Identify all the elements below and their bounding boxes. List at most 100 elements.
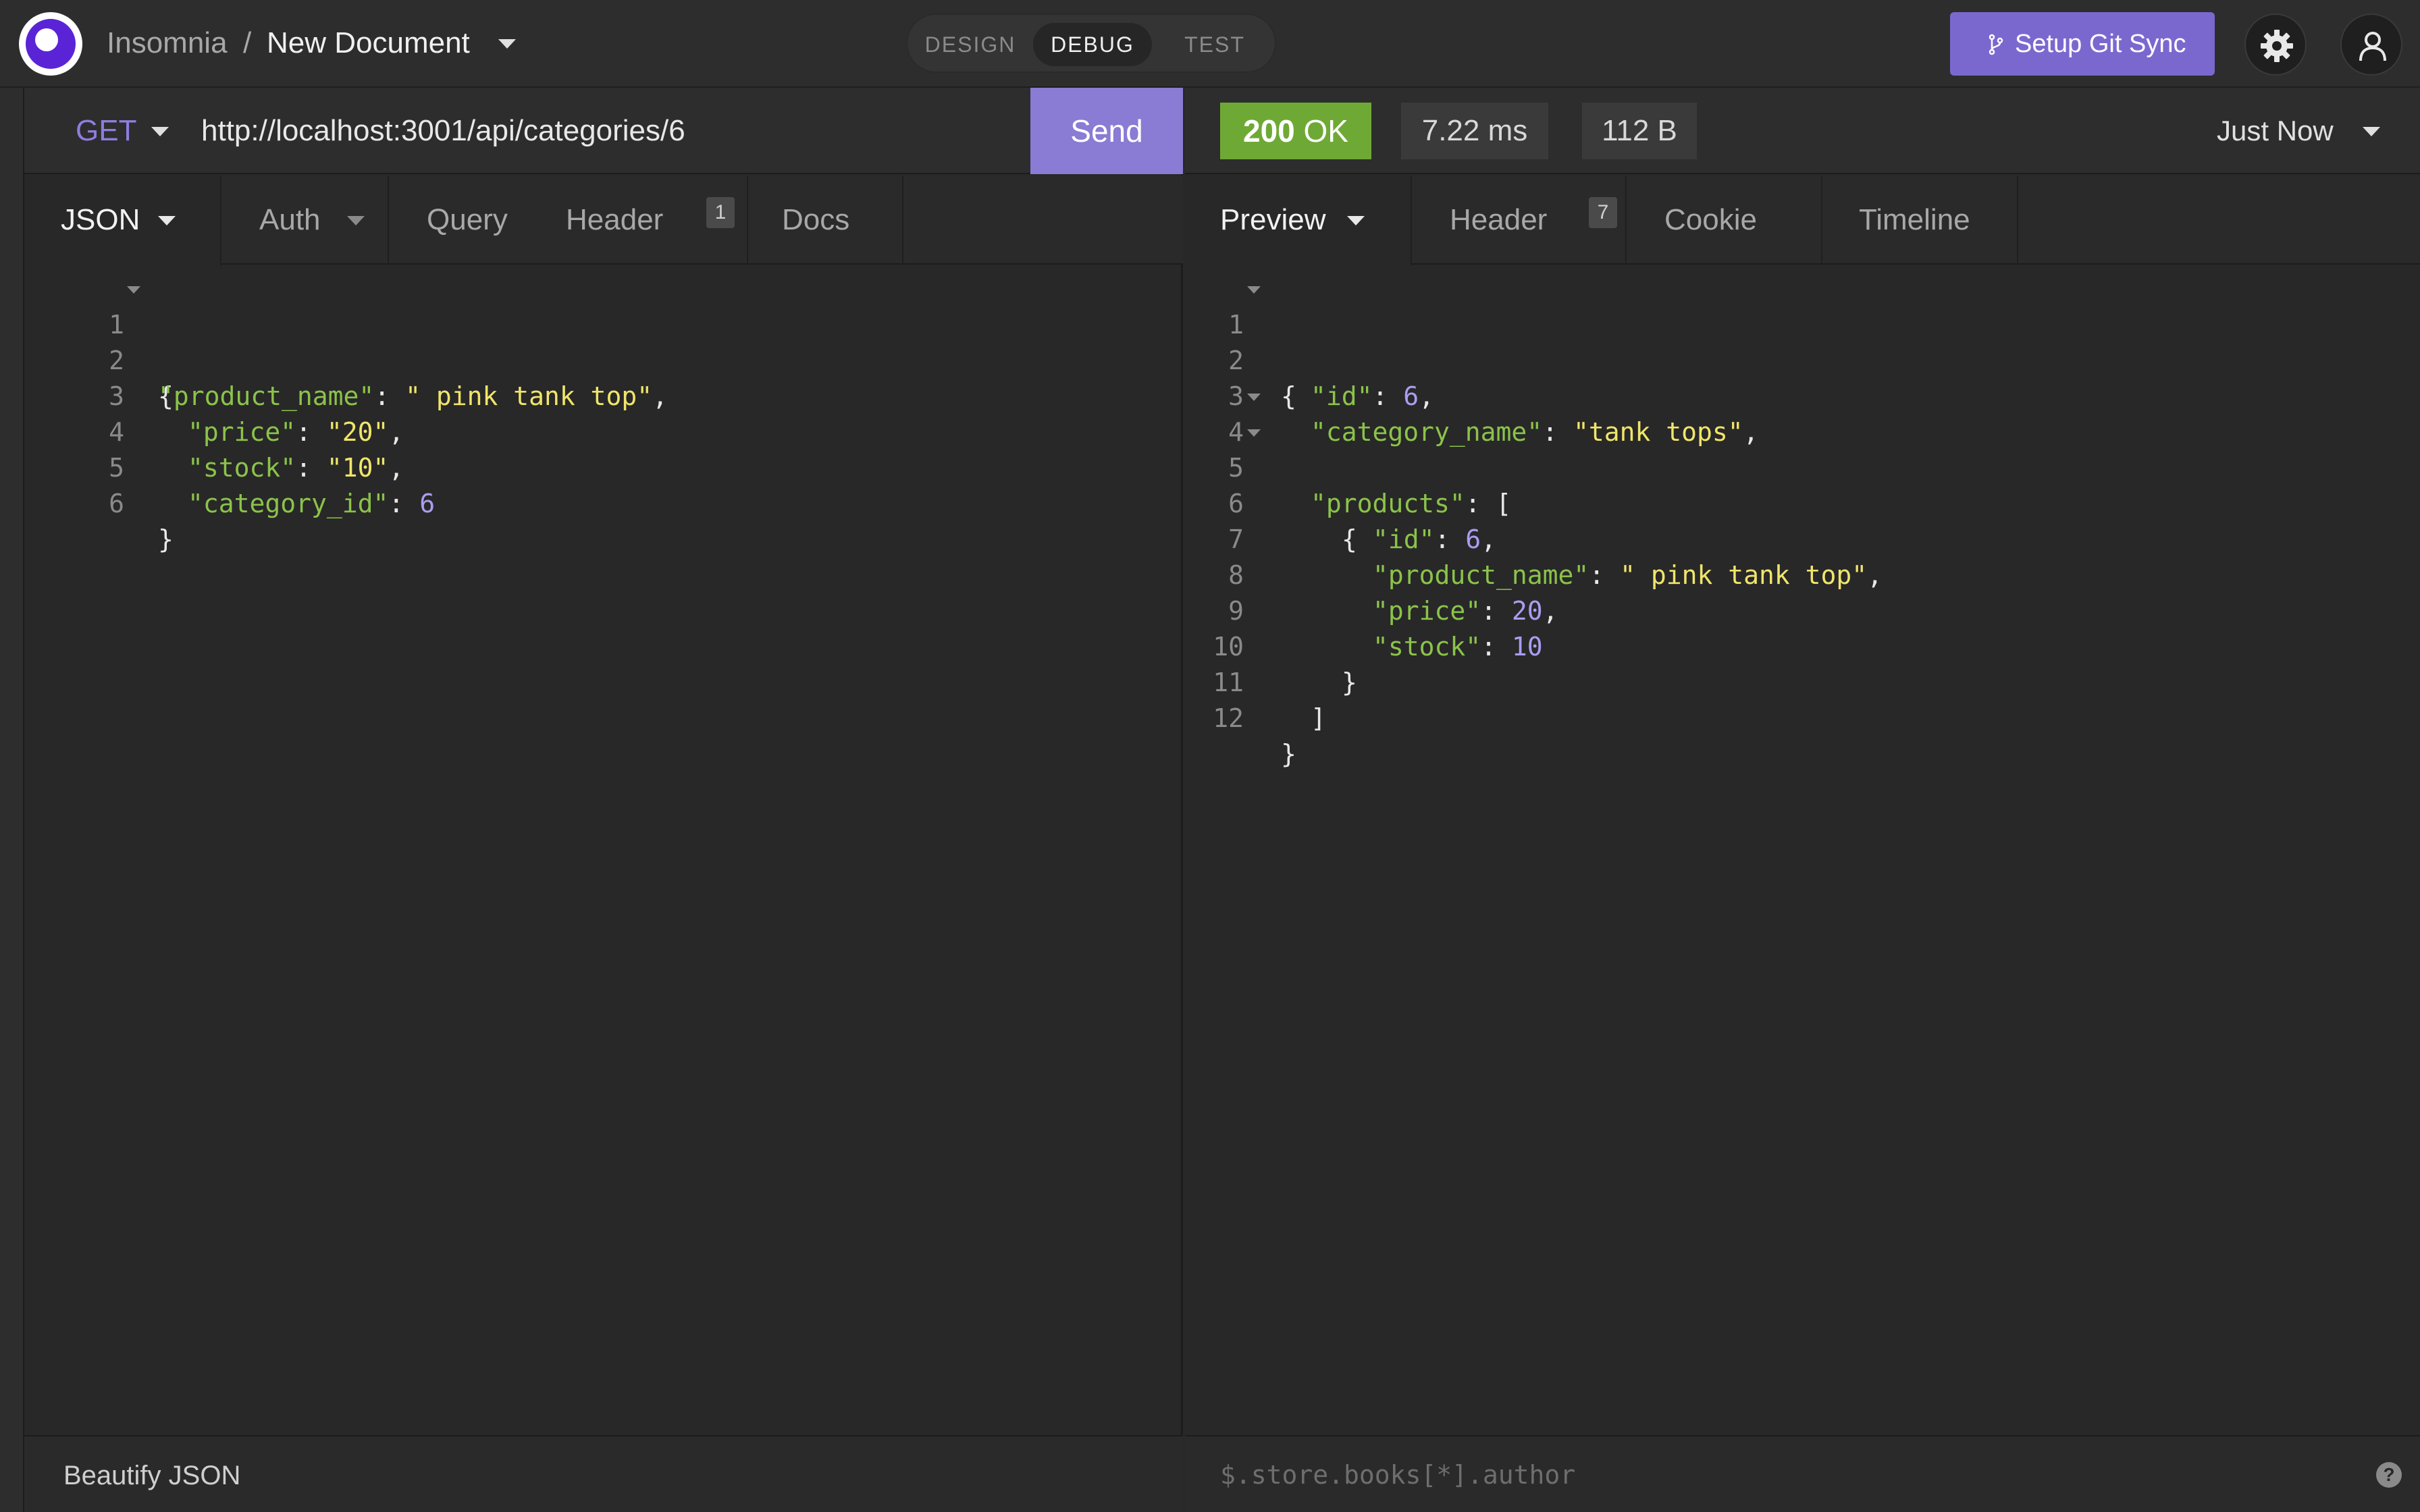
tab-label: Timeline	[1859, 203, 1970, 236]
response-body-viewer[interactable]: 1 { 2 "id": 6, 3 "category_name": "tank …	[1185, 271, 2420, 1419]
method-dropdown[interactable]: GET	[76, 111, 136, 151]
json-key: "stock"	[188, 453, 296, 483]
json-value: 6	[419, 489, 436, 518]
json-colon: :	[1589, 560, 1621, 590]
chevron-down-icon	[1347, 216, 1365, 225]
line-number: 6	[109, 489, 124, 518]
fold-toggle-icon[interactable]	[1247, 429, 1261, 437]
code-text: "category_name": "tank tops",	[1311, 414, 1759, 450]
code-line: 9 "stock": 10	[1185, 558, 1543, 662]
json-comma: ,	[1867, 560, 1883, 590]
json-value: 6	[1465, 524, 1481, 554]
method-chevron-down-icon[interactable]	[151, 127, 169, 136]
code-text: "id": 6,	[1373, 522, 1496, 558]
insomnia-app: Insomnia / New Document DESIGN DEBUG TES…	[0, 0, 2420, 1512]
settings-button[interactable]	[2244, 14, 2307, 76]
json-colon: :	[1481, 632, 1512, 662]
account-button[interactable]	[2340, 14, 2402, 76]
fold-toggle-icon[interactable]	[1247, 286, 1261, 294]
response-time-badge: 7.22 ms	[1401, 103, 1548, 159]
mode-switch: DESIGN DEBUG TEST	[906, 14, 1276, 73]
url-bar: GET Send	[24, 88, 1183, 174]
url-input[interactable]	[201, 111, 1011, 151]
json-key: "product_name"	[158, 381, 375, 411]
tab-response-header[interactable]: Header 7	[1412, 176, 1627, 265]
response-history-dropdown[interactable]: Just Now	[2217, 111, 2334, 151]
json-comma: ,	[1419, 381, 1435, 411]
chevron-down-icon	[158, 216, 176, 225]
response-pane: 200 OK 7.22 ms 112 B Just Now Preview He…	[1185, 88, 2420, 1512]
tab-label: Cookie	[1664, 203, 1757, 236]
fold-toggle-icon[interactable]	[127, 286, 140, 294]
request-body-editor[interactable]: 1 { 2 "product_name": " pink tank top", …	[24, 271, 1183, 1419]
request-footer: Beautify JSON	[24, 1435, 1183, 1512]
json-colon: :	[374, 381, 406, 411]
tab-auth[interactable]: Auth	[221, 176, 389, 265]
mode-test-tab[interactable]: TEST	[1164, 23, 1265, 66]
json-key: "stock"	[1373, 632, 1481, 662]
logo-dot	[35, 28, 58, 51]
json-key: "id"	[1373, 524, 1435, 554]
json-colon: :	[296, 453, 327, 483]
header-count-badge: 1	[706, 197, 735, 228]
json-value: " pink tank top"	[1620, 560, 1868, 590]
json-comma: ,	[1542, 596, 1558, 626]
mode-debug-tab[interactable]: DEBUG	[1033, 23, 1152, 66]
tab-query[interactable]: Query	[389, 176, 552, 265]
breadcrumb-app[interactable]: Insomnia	[107, 23, 228, 63]
json-comma: ,	[388, 417, 404, 447]
json-key: "product_name"	[1373, 560, 1589, 590]
response-tabs: Preview Header 7 Cookie Timeline	[1185, 176, 2420, 266]
code-line: 4 "stock": "10",	[24, 379, 404, 483]
code-text: "id": 6,	[1311, 379, 1434, 414]
document-chevron-down-icon[interactable]	[498, 39, 516, 49]
json-colon: :	[1465, 489, 1496, 518]
status-code: 200	[1243, 113, 1295, 148]
code-line: 12 }	[1185, 665, 1309, 769]
tab-docs[interactable]: Docs	[748, 176, 903, 265]
response-size-badge: 112 B	[1582, 103, 1697, 159]
tab-timeline[interactable]: Timeline	[1822, 176, 2018, 265]
tab-cookie[interactable]: Cookie	[1627, 176, 1822, 265]
insomnia-logo-icon[interactable]	[19, 12, 82, 76]
fold-toggle-icon[interactable]	[1247, 394, 1261, 401]
json-value: " pink tank top"	[405, 381, 653, 411]
request-pane: GET Send JSON Auth Query Header 1 Docs	[24, 88, 1183, 1512]
response-filter-bar: ?	[1185, 1435, 2420, 1512]
code-line: 6 "id": 6,	[1185, 450, 1496, 554]
tab-label: Header	[1450, 203, 1548, 236]
tab-preview[interactable]: Preview	[1185, 176, 1412, 266]
json-value: 6	[1403, 381, 1419, 411]
code-line: 2 "id": 6,	[1185, 307, 1434, 411]
code-text: "stock": "10",	[188, 450, 404, 486]
beautify-json-button[interactable]: Beautify JSON	[63, 1455, 240, 1496]
help-icon[interactable]: ?	[2376, 1462, 2402, 1488]
history-chevron-down-icon[interactable]	[2363, 127, 2380, 136]
code-line: 2 "product_name": " pink tank top",	[24, 307, 668, 411]
code-line: 5 "category_id": 6	[24, 414, 435, 518]
mode-design-tab[interactable]: DESIGN	[920, 23, 1021, 66]
response-header-count-badge: 7	[1589, 197, 1617, 228]
json-value: "20"	[326, 417, 389, 447]
send-button[interactable]: Send	[1030, 88, 1183, 174]
user-icon	[2359, 32, 2386, 61]
tab-header[interactable]: Header 1	[552, 176, 748, 265]
code-line: 1 {	[1185, 271, 1309, 411]
logo-inner	[26, 19, 76, 69]
code-line: 8 "price": 20,	[1185, 522, 1558, 626]
sidebar-collapsed[interactable]	[0, 88, 24, 1512]
status-text: OK	[1303, 113, 1348, 148]
breadcrumb-document[interactable]: New Document	[267, 23, 470, 63]
setup-git-sync-button[interactable]: Setup Git Sync	[1950, 12, 2215, 76]
json-value: "10"	[326, 453, 389, 483]
json-comma: ,	[1481, 524, 1497, 554]
code-line: 6 }	[24, 450, 174, 554]
code-text: ]	[1311, 703, 1326, 733]
json-colon: :	[1372, 381, 1404, 411]
json-key: "price"	[188, 417, 296, 447]
code-line: 1 {	[24, 271, 174, 411]
gear-icon	[2261, 30, 2293, 62]
setup-git-sync-label: Setup Git Sync	[2015, 30, 2186, 58]
tab-body-json[interactable]: JSON	[24, 176, 221, 266]
response-filter-input[interactable]	[1220, 1454, 2233, 1496]
